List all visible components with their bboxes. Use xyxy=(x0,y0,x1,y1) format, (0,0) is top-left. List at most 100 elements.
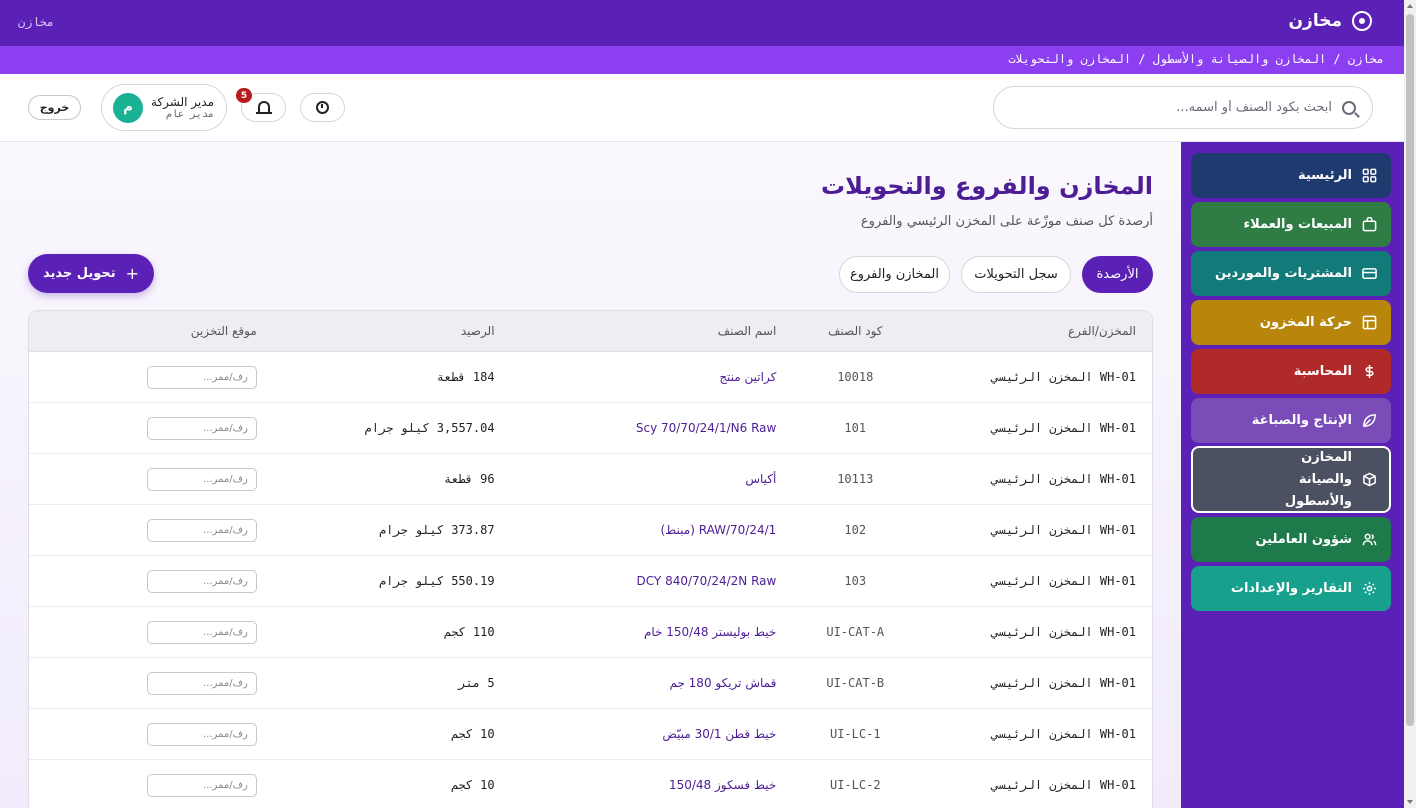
cell-balance: 184 قطعة xyxy=(436,370,495,384)
cell-balance: 110 كجم xyxy=(443,625,495,639)
scroll-down-icon[interactable] xyxy=(1407,800,1413,804)
cell-location xyxy=(29,671,271,695)
cell-branch: WH-01 المخزن الرئيسي xyxy=(991,523,1137,537)
cell-location xyxy=(29,365,271,389)
location-input[interactable] xyxy=(146,570,257,593)
page-subtitle: أرصدة كل صنف موزّعة على المخزن الرئيسي و… xyxy=(860,214,1153,229)
cell-code: 10018 xyxy=(837,370,874,384)
cell-item-name[interactable]: خيط قطن 30/1 مبيّض xyxy=(515,727,797,741)
cell-branch: WH-01 المخزن الرئيسي xyxy=(991,370,1137,384)
cell-branch: WH-01 المخزن الرئيسي xyxy=(991,421,1137,435)
logout-button[interactable]: خروج xyxy=(28,95,81,120)
box-icon xyxy=(1362,472,1377,487)
location-input[interactable] xyxy=(146,672,257,695)
cell-branch: WH-01 المخزن الرئيسي xyxy=(991,625,1137,639)
location-input[interactable] xyxy=(146,417,257,440)
users-icon xyxy=(1362,532,1377,547)
gear-icon xyxy=(1362,581,1377,596)
history-button[interactable] xyxy=(300,93,345,122)
column-header-balance[interactable]: الرصيد xyxy=(271,324,515,338)
table-row[interactable]: WH-01 المخزن الرئيسي 101 Scy 70/70/24/1/N6… xyxy=(29,403,1152,454)
table-row[interactable]: WH-01 المخزن الرئيسي 10113 أكياس 96 قطعة xyxy=(29,454,1152,505)
table-row[interactable]: WH-01 المخزن الرئيسي 102 RAW/70/24/1 (مبنط… xyxy=(29,505,1152,556)
cell-item-name[interactable]: أكياس xyxy=(515,472,797,486)
cell-item-name[interactable]: كراتين منتج xyxy=(515,370,797,384)
tab-transfer-log[interactable]: سجل التحويلات xyxy=(961,256,1071,293)
scrollbar[interactable] xyxy=(1404,0,1416,808)
brand[interactable]: مخازن xyxy=(1289,11,1372,31)
search-box[interactable] xyxy=(993,86,1373,129)
sidebar-item-label: حركة المخزون xyxy=(1259,314,1352,330)
location-input[interactable] xyxy=(146,774,257,797)
tab-warehouses[interactable]: المخازن والفروع xyxy=(839,256,950,293)
cell-item-name[interactable]: RAW/70/24/1 (مبنط) xyxy=(515,523,797,537)
sidebar-item-7[interactable]: المخازن والصيانة والأسطول xyxy=(1191,446,1391,513)
sidebar-item-2[interactable]: المبيعات والعملاء xyxy=(1191,202,1391,247)
sidebar-item-label: المحاسبة xyxy=(1293,363,1352,379)
cell-item-name[interactable]: DCY 840/70/24/2N Raw xyxy=(515,574,797,588)
column-header-code[interactable]: كود الصنف xyxy=(796,324,914,338)
column-header-name[interactable]: اسم الصنف xyxy=(515,324,797,338)
table-row[interactable]: WH-01 المخزن الرئيسي UI-CAT-B قماش تريكو 1… xyxy=(29,658,1152,709)
grid-icon xyxy=(1362,168,1377,183)
bell-icon xyxy=(255,101,272,114)
table-row[interactable]: WH-01 المخزن الرئيسي 10018 كراتين منتج 184 … xyxy=(29,352,1152,403)
table-row[interactable]: WH-01 المخزن الرئيسي UI-LC-1 خيط قطن 30/1 … xyxy=(29,709,1152,760)
table-header: المخزن/الفرع كود الصنف اسم الصنف الرصيد … xyxy=(29,311,1152,352)
table-row[interactable]: WH-01 المخزن الرئيسي 103 DCY 840/70/24/2N … xyxy=(29,556,1152,607)
sidebar-item-9[interactable]: التقارير والإعدادات xyxy=(1191,566,1391,611)
cell-item-name[interactable]: Scy 70/70/24/1/N6 Raw xyxy=(515,421,797,435)
new-transfer-button[interactable]: + تحويل جديد xyxy=(28,254,154,293)
scroll-thumb[interactable] xyxy=(1406,14,1414,726)
sidebar-item-8[interactable]: شؤون العاملين xyxy=(1191,517,1391,562)
dollar-icon xyxy=(1362,364,1377,379)
user-menu[interactable]: مدير الشركة مدير عام م xyxy=(101,84,227,131)
cell-item-name[interactable]: قماش تريكو 180 جم xyxy=(515,676,797,690)
cell-code: UI-CAT-A xyxy=(826,625,885,639)
sidebar-item-label: المشتريات والموردين xyxy=(1214,265,1352,281)
location-input[interactable] xyxy=(146,468,257,491)
location-input[interactable] xyxy=(146,366,257,389)
sidebar-item-5[interactable]: المحاسبة xyxy=(1191,349,1391,394)
sidebar-item-6[interactable]: الإنتاج والصباغة xyxy=(1191,398,1391,443)
cell-code: UI-CAT-B xyxy=(826,676,885,690)
cell-balance: 373.87 كيلو جرام xyxy=(378,523,495,537)
cell-branch: WH-01 المخزن الرئيسي xyxy=(991,472,1137,486)
cell-location xyxy=(29,416,271,440)
clock-icon xyxy=(316,101,329,114)
cell-location xyxy=(29,467,271,491)
avatar: م xyxy=(113,92,144,123)
column-header-branch[interactable]: المخزن/الفرع xyxy=(914,324,1152,338)
cell-branch: WH-01 المخزن الرئيسي xyxy=(991,676,1137,690)
cell-location xyxy=(29,722,271,746)
plus-icon: + xyxy=(125,264,140,283)
location-input[interactable] xyxy=(146,723,257,746)
column-header-location[interactable]: موقع التخزين xyxy=(29,324,271,338)
tab-balances[interactable]: الأرصدة xyxy=(1082,256,1153,293)
main-content: المخازن والفروع والتحويلات أرصدة كل صنف … xyxy=(0,142,1181,808)
sidebar-item-label: التقارير والإعدادات xyxy=(1230,580,1352,596)
cell-location xyxy=(29,620,271,644)
cell-balance: 550.19 كيلو جرام xyxy=(378,574,495,588)
cell-balance: 5 متر xyxy=(458,676,495,690)
user-role: مدير عام xyxy=(165,109,214,120)
sidebar-item-label: الرئيسية xyxy=(1297,167,1352,183)
cell-item-name[interactable]: خيط بوليستر 150/48 خام xyxy=(515,625,797,639)
breadcrumb-bar: مخازن / المخازن والصيانة والأسطول / المخ… xyxy=(0,46,1404,74)
sidebar-item-4[interactable]: حركة المخزون xyxy=(1191,300,1391,345)
cell-item-name[interactable]: خيط فسكوز 150/48 xyxy=(515,778,797,792)
sidebar-item-1[interactable]: الرئيسية xyxy=(1191,153,1391,198)
scroll-up-icon[interactable] xyxy=(1407,4,1413,8)
location-input[interactable] xyxy=(146,621,257,644)
table-body: WH-01 المخزن الرئيسي 10018 كراتين منتج 184 … xyxy=(29,352,1152,808)
search-input[interactable] xyxy=(1032,100,1332,115)
table-icon xyxy=(1362,315,1377,330)
table-row[interactable]: WH-01 المخزن الرئيسي UI-LC-2 خيط فسكوز 150… xyxy=(29,760,1152,808)
location-input[interactable] xyxy=(146,519,257,542)
user-name: مدير الشركة xyxy=(151,95,214,109)
cell-code: 102 xyxy=(844,523,867,537)
cell-code: UI-LC-1 xyxy=(829,727,881,741)
table-row[interactable]: WH-01 المخزن الرئيسي UI-CAT-A خيط بوليستر … xyxy=(29,607,1152,658)
leaf-icon xyxy=(1362,413,1377,428)
sidebar-item-3[interactable]: المشتريات والموردين xyxy=(1191,251,1391,296)
